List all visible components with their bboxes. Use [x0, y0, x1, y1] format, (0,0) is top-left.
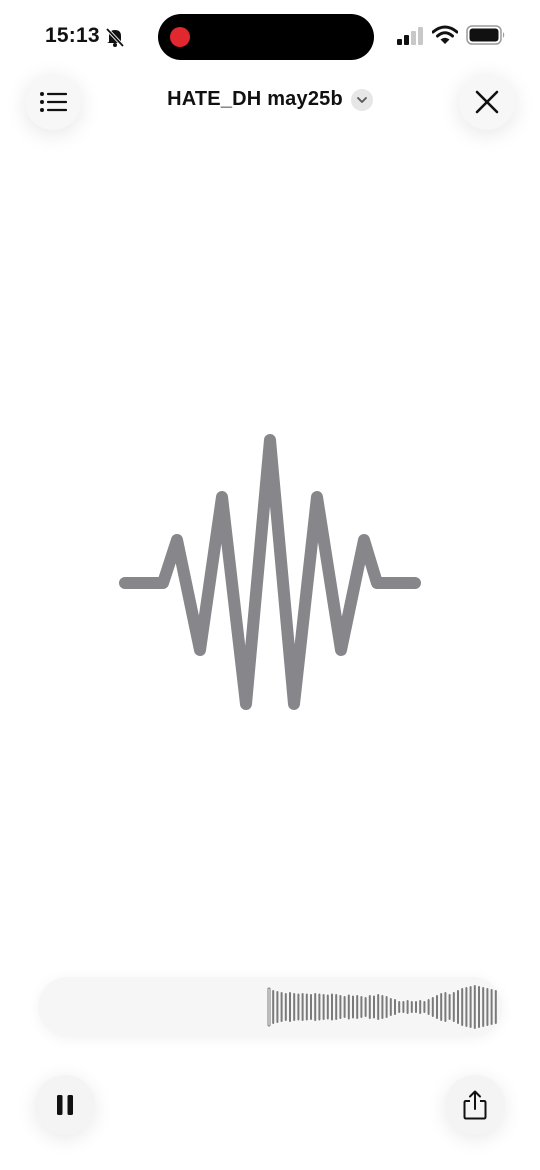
- waveform-bar: [293, 993, 296, 1021]
- share-button[interactable]: [445, 1075, 505, 1135]
- waveform-bar: [419, 1000, 422, 1014]
- waveform-bar: [326, 994, 329, 1020]
- waveform-bar: [436, 995, 438, 1019]
- close-icon: [475, 90, 499, 114]
- dynamic-island: [158, 14, 374, 60]
- recording-title: HATE_DH may25b: [167, 88, 343, 110]
- close-button[interactable]: [459, 74, 515, 130]
- waveform-bar: [482, 987, 485, 1027]
- waveform-bar: [276, 991, 279, 1023]
- waveform-bar: [461, 988, 464, 1026]
- waveform-bar: [280, 992, 283, 1022]
- waveform-bar: [452, 992, 455, 1022]
- status-bar: 15:13: [0, 0, 540, 72]
- waveform-bar: [331, 993, 333, 1021]
- waveform-bar: [440, 993, 443, 1021]
- waveform-bar: [335, 994, 338, 1020]
- share-icon: [463, 1090, 487, 1120]
- battery-icon: [466, 25, 505, 45]
- waveform-bar: [427, 999, 430, 1015]
- waveform-bar: [356, 995, 359, 1019]
- recording-indicator: [170, 27, 190, 47]
- waveform-bar: [352, 995, 354, 1019]
- waveform-bar: [360, 996, 363, 1018]
- waveform-bar: [486, 988, 489, 1026]
- waveform-bar: [394, 999, 396, 1015]
- waveform-bar: [373, 995, 375, 1019]
- waveform-bar: [322, 994, 325, 1020]
- waveform-bar: [339, 995, 342, 1019]
- waveform-bar: [272, 990, 275, 1024]
- waveform-bar: [284, 993, 287, 1021]
- waveform-bar: [318, 993, 321, 1021]
- waveform-icon: [119, 434, 421, 710]
- waveform-bar: [389, 998, 392, 1016]
- waveform-bar: [406, 1000, 409, 1014]
- waveform-bar: [343, 996, 346, 1018]
- waveform-bar: [347, 994, 350, 1020]
- waveform-bar: [494, 990, 497, 1024]
- waveform-bar: [314, 993, 317, 1021]
- playhead: [267, 987, 271, 1027]
- waveform-bar: [364, 997, 367, 1017]
- waveform-bar: [381, 995, 384, 1019]
- waveform-bar: [377, 994, 380, 1020]
- status-time: 15:13: [45, 24, 100, 47]
- waveform-bar: [415, 1001, 417, 1013]
- audio-scrubber[interactable]: [38, 977, 502, 1037]
- waveform-bar: [478, 986, 480, 1028]
- waveform-bar: [448, 994, 451, 1020]
- waveform-bar: [469, 986, 472, 1028]
- waveform-bar: [301, 993, 304, 1021]
- waveform-bar: [310, 994, 312, 1020]
- audio-waveform-scrubber: [267, 985, 497, 1029]
- pause-button[interactable]: [35, 1075, 95, 1135]
- waveform-bar: [305, 993, 308, 1021]
- waveform-bar: [398, 1001, 401, 1013]
- waveform-bar: [297, 993, 300, 1021]
- pause-icon: [57, 1095, 73, 1115]
- waveform-bar: [444, 992, 447, 1022]
- waveform-bar: [385, 996, 388, 1018]
- chevron-down-icon: [350, 88, 373, 111]
- waveform-bar: [431, 997, 434, 1017]
- waveform-bar: [457, 990, 459, 1024]
- waveform-bar: [410, 1001, 413, 1013]
- waveform-bar: [490, 989, 493, 1025]
- bell-slash-icon: [105, 27, 125, 48]
- waveform-bar: [289, 992, 291, 1022]
- waveform-bar: [423, 1001, 426, 1013]
- waveform-bar: [368, 995, 371, 1019]
- wifi-icon: [432, 25, 458, 44]
- waveform-bar: [465, 987, 468, 1027]
- cellular-signal-icon: [397, 27, 423, 45]
- waveform-bar: [473, 985, 476, 1029]
- waveform-bar: [402, 1001, 405, 1013]
